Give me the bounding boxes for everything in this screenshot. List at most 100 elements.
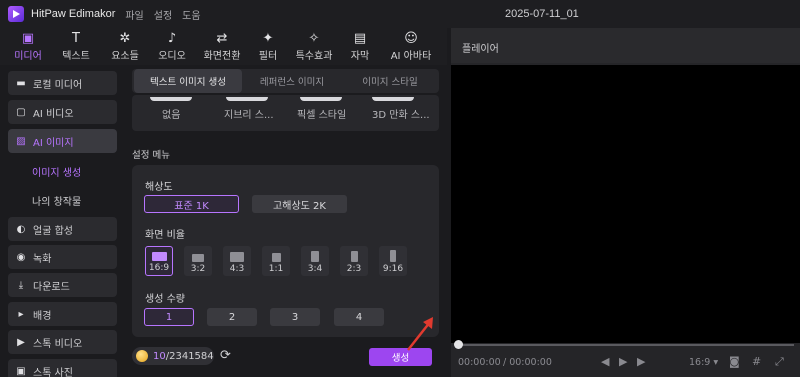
menu-settings[interactable]: 설정	[154, 7, 172, 22]
tool-audio[interactable]: ♪ 오디오	[152, 28, 192, 65]
tool-filter[interactable]: ✦ 필터	[252, 28, 284, 65]
ratio-4-3[interactable]: 4:3	[223, 246, 251, 276]
app-name: HitPaw Edimakor	[31, 8, 116, 20]
play-icon[interactable]: ▶	[619, 355, 627, 368]
tool-ai-avatar[interactable]: ☺ AI 아바타	[384, 28, 438, 65]
folder-icon: ▬	[16, 77, 26, 89]
ratio-shape-icon	[230, 252, 244, 262]
tool-media[interactable]: ▣ 미디어	[8, 28, 48, 65]
ratio-label: 9:16	[382, 264, 404, 274]
ratio-3-4[interactable]: 3:4	[301, 246, 329, 276]
ai-image-panel: 텍스트 이미지 생성 레퍼런스 이미지 이미지 스타일 없음 지브리 스... …	[124, 65, 447, 377]
sidebar-item-download[interactable]: ⤓ 다운로드	[8, 273, 117, 297]
sidebar-item-label: 배경	[33, 310, 52, 322]
ratio-label: 1:1	[268, 264, 284, 274]
tool-label: 특수효과	[295, 50, 333, 62]
style-thumb[interactable]	[300, 97, 342, 101]
ratio-shape-icon	[311, 251, 319, 262]
player-panel: 플레이어 00:00:00 / 00:00:00 ◀ ▶ ▶ 16:9 ▾ ◙ …	[451, 28, 800, 377]
tool-elements[interactable]: ✲ 요소들	[105, 28, 145, 65]
seek-handle[interactable]	[454, 340, 463, 349]
snapshot-icon[interactable]: ◙	[729, 355, 740, 368]
tab-reference-image[interactable]: 레퍼런스 이미지	[244, 69, 340, 93]
tool-label: 텍스트	[62, 50, 90, 62]
sidebar-item-label: AI 비디오	[33, 108, 74, 120]
sidebar-item-stock-video[interactable]: ▶ 스톡 비디오	[8, 330, 117, 354]
style-label-none[interactable]: 없음	[162, 106, 180, 121]
tool-label: 필터	[258, 50, 278, 62]
ratio-1-1[interactable]: 1:1	[262, 246, 290, 276]
sidebar-item-label: AI 이미지	[33, 137, 74, 149]
ratio-2-3[interactable]: 2:3	[340, 246, 368, 276]
main-toolbar: ▣ 미디어 T 텍스트 ✲ 요소들 ♪ 오디오 ⇄ 화면전환 ✦ 필터 ✧ 특수…	[0, 28, 447, 65]
transition-icon: ⇄	[216, 30, 228, 46]
count-label: 생성 수량	[145, 294, 185, 305]
tool-label: 화면전환	[203, 50, 241, 62]
tool-label: AI 아바타	[390, 50, 432, 62]
sidebar-item-ai-image[interactable]: ▨ AI 이미지	[8, 129, 117, 153]
settings-section-title: 설정 메뉴	[132, 150, 170, 161]
count-4-button[interactable]: 4	[334, 308, 384, 326]
ratio-9-16[interactable]: 9:16	[379, 246, 407, 276]
tab-text-to-image[interactable]: 텍스트 이미지 생성	[134, 69, 242, 93]
download-icon: ⤓	[18, 279, 24, 291]
face-swap-icon: ◐	[16, 223, 26, 235]
style-thumb[interactable]	[372, 97, 414, 101]
count-3-button[interactable]: 3	[270, 308, 320, 326]
style-label-ghibli[interactable]: 지브리 스...	[224, 106, 274, 121]
tab-image-style[interactable]: 이미지 스타일	[342, 69, 438, 93]
audio-icon: ♪	[167, 30, 177, 46]
refresh-icon[interactable]: ⟳	[220, 348, 231, 363]
style-thumb[interactable]	[226, 97, 268, 101]
app-logo-icon	[8, 6, 24, 22]
ratio-3-2[interactable]: 3:2	[184, 246, 212, 276]
settings-card: 해상도 표준 1K 고해상도 2K 화면 비율 16:9 3:2 4:3 1:1…	[132, 165, 439, 337]
count-1-button[interactable]: 1	[144, 308, 194, 326]
sidebar-item-label: 스톡 비디오	[33, 338, 83, 350]
ratio-label: 4:3	[229, 264, 245, 274]
aspect-ratio-label: 화면 비율	[145, 230, 185, 241]
subtitle-icon: ▤	[353, 30, 367, 46]
text-icon: T	[72, 30, 80, 46]
seek-bar[interactable]	[457, 344, 794, 346]
count-2-button[interactable]: 2	[207, 308, 257, 326]
grid-icon[interactable]: #	[752, 355, 761, 368]
tool-text[interactable]: T 텍스트	[56, 28, 96, 65]
ratio-label: 16:9	[148, 263, 170, 273]
ratio-shape-icon	[350, 251, 358, 262]
ratio-label: 3:2	[190, 264, 206, 274]
record-icon: ◉	[16, 251, 26, 263]
fullscreen-icon[interactable]: ⤢	[775, 355, 784, 369]
background-icon: ▸	[18, 308, 24, 320]
player-header: 플레이어	[451, 28, 800, 63]
menu-help[interactable]: 도움	[182, 7, 200, 22]
menu-file[interactable]: 파일	[125, 7, 143, 22]
credit-total: /2341584	[165, 350, 214, 362]
sidebar-sub-my-creations[interactable]: 나의 창작물	[32, 193, 81, 208]
sidebar-item-face-swap[interactable]: ◐ 얼굴 합성	[8, 217, 117, 241]
sidebar-item-label: 녹화	[33, 253, 52, 265]
style-label-3d-cartoon[interactable]: 3D 만화 스...	[372, 106, 430, 121]
sidebar-item-background[interactable]: ▸ 배경	[8, 302, 117, 326]
ratio-16-9[interactable]: 16:9	[145, 246, 173, 276]
tool-subtitle[interactable]: ▤ 자막	[344, 28, 376, 65]
sidebar-item-record[interactable]: ◉ 녹화	[8, 245, 117, 269]
style-thumb[interactable]	[150, 97, 192, 101]
resolution-1k-button[interactable]: 표준 1K	[144, 195, 239, 213]
prev-frame-icon[interactable]: ◀	[601, 355, 609, 368]
sidebar-sub-image-generate[interactable]: 이미지 생성	[32, 164, 81, 179]
style-label-pixel[interactable]: 픽셀 스타일	[297, 106, 346, 121]
tool-effects[interactable]: ✧ 특수효과	[290, 28, 338, 65]
stock-video-icon: ▶	[17, 336, 25, 348]
resolution-2k-button[interactable]: 고해상도 2K	[252, 195, 347, 213]
ratio-shape-icon	[271, 253, 281, 262]
sidebar-item-ai-video[interactable]: ▢ AI 비디오	[8, 100, 117, 124]
next-frame-icon[interactable]: ▶	[637, 355, 645, 368]
tool-transition[interactable]: ⇄ 화면전환	[198, 28, 246, 65]
aspect-dropdown[interactable]: 16:9 ▾	[689, 357, 718, 368]
sidebar-item-local-media[interactable]: ▬ 로컬 미디어	[8, 71, 117, 95]
project-title: 2025-07-11_01	[505, 8, 579, 20]
generation-tabs: 텍스트 이미지 생성 레퍼런스 이미지 이미지 스타일	[132, 69, 439, 93]
sidebar-item-label: 얼굴 합성	[33, 225, 73, 237]
sidebar-item-stock-photo[interactable]: ▣ 스톡 사진	[8, 359, 117, 377]
